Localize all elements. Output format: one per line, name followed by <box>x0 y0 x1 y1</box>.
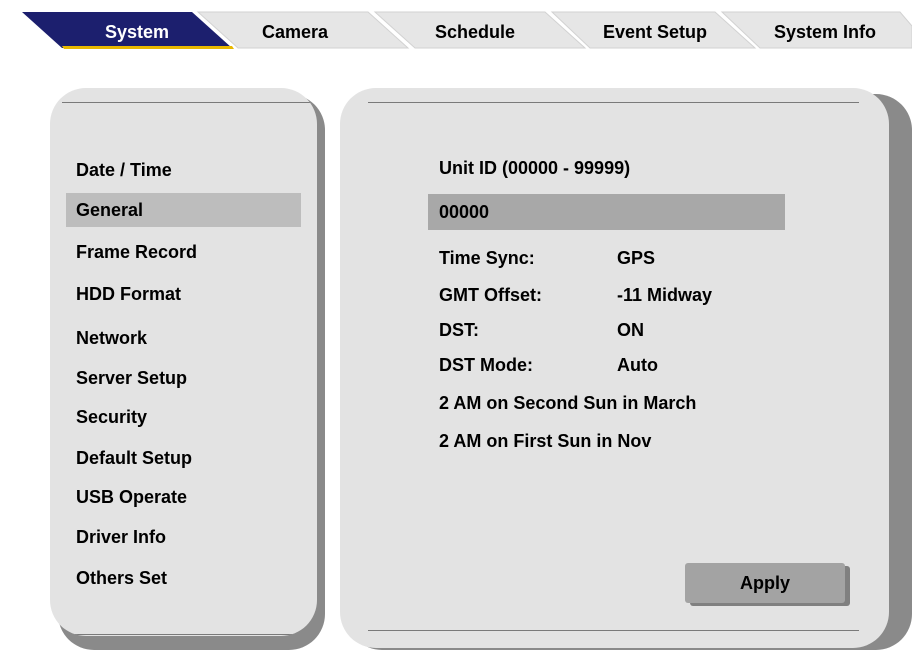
tab-accent <box>62 46 234 49</box>
sidebar-item-driver-info[interactable]: Driver Info <box>66 520 301 554</box>
tab-system[interactable]: System <box>62 20 212 44</box>
dst-mode-label: DST Mode: <box>439 355 533 375</box>
sidebar-top-rule <box>62 102 311 103</box>
dst-value[interactable]: ON <box>617 320 644 341</box>
dst-end-rule[interactable]: 2 AM on First Sun in Nov <box>439 431 651 452</box>
tab-schedule[interactable]: Schedule <box>405 20 545 44</box>
sidebar-item-server-setup[interactable]: Server Setup <box>66 361 301 395</box>
unit-id-input[interactable]: 00000 <box>428 194 785 230</box>
dst-mode-value[interactable]: Auto <box>617 355 658 376</box>
sidebar-item-frame-record[interactable]: Frame Record <box>66 235 301 269</box>
gmt-offset-value[interactable]: -11 Midway <box>617 285 712 306</box>
sidebar-item-usb-operate[interactable]: USB Operate <box>66 480 301 514</box>
main-top-rule <box>368 102 859 103</box>
sidebar-bottom-rule <box>62 634 311 635</box>
time-sync-label: Time Sync: <box>439 248 535 268</box>
main-bottom-rule <box>368 630 859 631</box>
unit-id-label: Unit ID (00000 - 99999) <box>439 158 631 178</box>
time-sync-value[interactable]: GPS <box>617 248 655 269</box>
sidebar-item-date-time[interactable]: Date / Time <box>66 153 301 187</box>
sidebar-item-network[interactable]: Network <box>66 321 301 355</box>
sidebar-item-default-setup[interactable]: Default Setup <box>66 441 301 475</box>
sidebar-item-security[interactable]: Security <box>66 400 301 434</box>
sidebar-item-general[interactable]: General <box>66 193 301 227</box>
gmt-offset-label: GMT Offset: <box>439 285 542 305</box>
dst-start-rule[interactable]: 2 AM on Second Sun in March <box>439 393 696 414</box>
tab-event-setup[interactable]: Event Setup <box>580 20 730 44</box>
tab-system-info[interactable]: System Info <box>755 20 895 44</box>
sidebar-item-hdd-format[interactable]: HDD Format <box>66 277 301 311</box>
apply-button[interactable]: Apply <box>685 563 845 603</box>
tab-camera[interactable]: Camera <box>225 20 365 44</box>
sidebar-item-others-set[interactable]: Others Set <box>66 561 301 595</box>
dst-label: DST: <box>439 320 479 340</box>
